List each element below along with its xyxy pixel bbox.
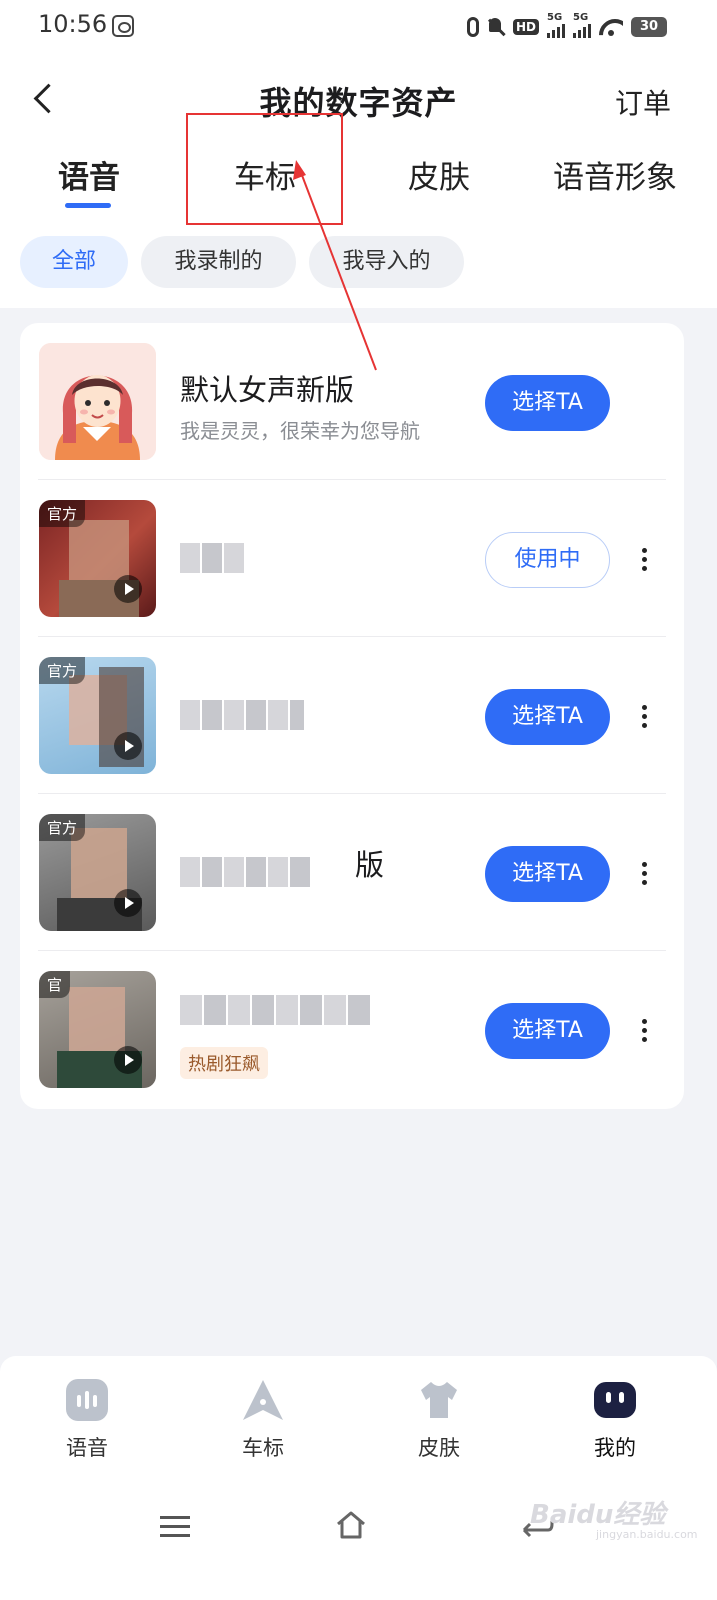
voice-icon — [66, 1379, 108, 1421]
official-badge: 官 — [39, 971, 71, 998]
hot-drama-tag: 热剧狂飙 — [180, 1047, 268, 1079]
voice-subtitle: 我是灵灵，很荣幸为您导航 — [180, 419, 420, 443]
official-badge: 官方 — [39, 814, 86, 841]
blurred-voice-name — [180, 700, 304, 730]
watermark: Baidu经验 — [530, 1500, 666, 1530]
skin-icon — [421, 1382, 457, 1418]
blurred-voice-name — [180, 857, 332, 887]
more-options-icon[interactable] — [634, 701, 656, 733]
nav-car-logo-label: 车标 — [242, 1436, 284, 1460]
nav-skin-label: 皮肤 — [418, 1436, 460, 1460]
nav-car-logo[interactable]: 车标 — [213, 1376, 313, 1466]
voice-thumbnail: 官方 — [39, 500, 156, 617]
more-options-icon[interactable] — [634, 1015, 656, 1047]
car-logo-icon — [243, 1380, 283, 1420]
nav-mine-label: 我的 — [594, 1436, 636, 1460]
official-badge: 官方 — [39, 657, 86, 684]
blurred-portrait — [69, 987, 125, 1057]
voice-thumbnail: 官方 — [39, 657, 156, 774]
bottom-nav: 语音 车标 皮肤 我的 — [0, 1356, 717, 1600]
more-options-icon[interactable] — [634, 858, 656, 890]
play-icon[interactable] — [114, 575, 142, 603]
list-item[interactable]: 官方 版 选择TA — [20, 794, 684, 951]
select-voice-button[interactable]: 选择TA — [485, 689, 610, 745]
voice-thumbnail: 官 — [39, 971, 156, 1088]
select-voice-button[interactable]: 选择TA — [485, 1003, 610, 1059]
recent-apps-icon[interactable] — [160, 1514, 190, 1538]
annotation-arrow — [293, 160, 377, 371]
select-voice-button[interactable]: 选择TA — [485, 846, 610, 902]
nav-voice-label: 语音 — [66, 1436, 108, 1460]
nav-mine[interactable]: 我的 — [565, 1376, 665, 1466]
nav-skin[interactable]: 皮肤 — [389, 1376, 489, 1466]
more-options-icon[interactable] — [634, 544, 656, 576]
voice-thumbnail: 官方 — [39, 814, 156, 931]
nav-voice[interactable]: 语音 — [37, 1376, 137, 1466]
blurred-voice-name — [180, 543, 244, 573]
list-item[interactable]: 官方 使用中 — [20, 480, 684, 637]
voice-title-suffix: 版 — [355, 848, 385, 882]
list-item[interactable]: 官 热剧狂飙 选择TA — [20, 951, 684, 1108]
play-icon[interactable] — [114, 1046, 142, 1074]
play-icon[interactable] — [114, 732, 142, 760]
list-item[interactable]: 官方 选择TA — [20, 637, 684, 794]
in-use-button[interactable]: 使用中 — [485, 532, 610, 588]
pause-icon[interactable] — [114, 889, 142, 917]
home-icon[interactable] — [335, 1510, 367, 1540]
official-badge: 官方 — [39, 500, 86, 527]
watermark-url: jingyan.baidu.com — [596, 1528, 698, 1541]
voice-list: 默认女声新版 我是灵灵，很荣幸为您导航 选择TA 官方 使用中 官方 选择TA — [20, 323, 684, 1109]
blurred-voice-name — [180, 995, 370, 1025]
mine-icon — [594, 1382, 636, 1418]
